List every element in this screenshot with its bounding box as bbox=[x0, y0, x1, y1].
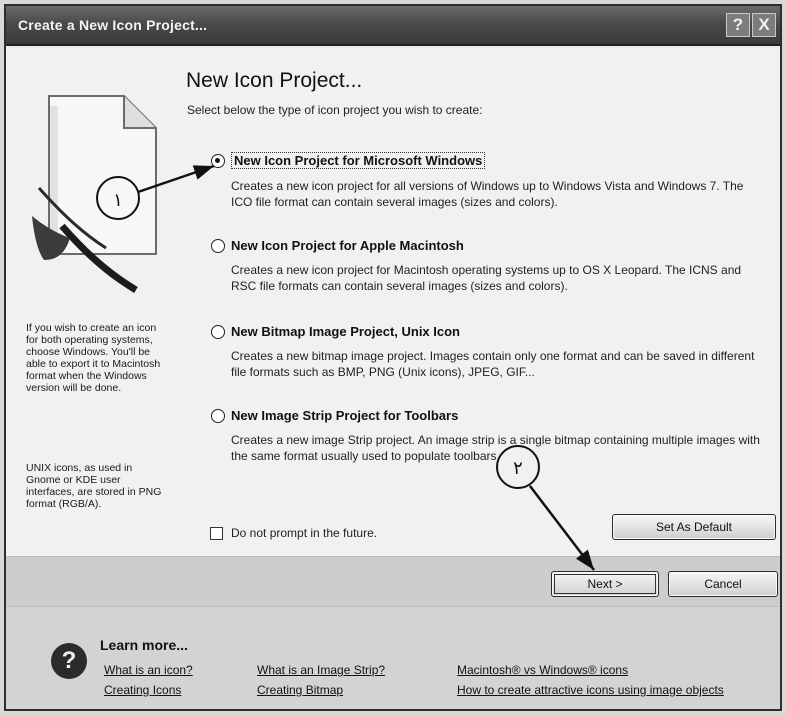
learn-more-panel: ? Learn more... What is an icon? Creatin… bbox=[6, 606, 780, 709]
option-bitmap-row[interactable]: New Bitmap Image Project, Unix Icon bbox=[211, 324, 771, 339]
question-icon: ? bbox=[51, 643, 87, 679]
attractive-icons-link[interactable]: How to create attractive icons using ima… bbox=[457, 683, 724, 697]
option-mac-description: Creates a new icon project for Macintosh… bbox=[231, 263, 742, 293]
option-bitmap-description: Creates a new bitmap image project. Imag… bbox=[231, 349, 755, 379]
what-is-icon-link[interactable]: What is an icon? bbox=[104, 663, 193, 677]
option-mac-icon: New Icon Project for Apple Macintosh Cre… bbox=[211, 238, 771, 294]
option-bitmap-unix: New Bitmap Image Project, Unix Icon Crea… bbox=[211, 324, 771, 380]
dialog-content: If you wish to create an icon for both o… bbox=[6, 48, 780, 556]
document-paintbrush-illustration bbox=[32, 95, 157, 294]
creating-bitmap-link[interactable]: Creating Bitmap bbox=[257, 683, 343, 697]
radio-bitmap[interactable] bbox=[211, 324, 225, 339]
cancel-button[interactable]: Cancel bbox=[668, 571, 778, 597]
title-bar[interactable]: Create a New Icon Project... ? X bbox=[6, 6, 780, 46]
what-is-image-strip-link[interactable]: What is an Image Strip? bbox=[257, 663, 385, 677]
option-windows-row[interactable]: New Icon Project for Microsoft Windows bbox=[211, 152, 771, 169]
page-title: New Icon Project... bbox=[186, 69, 363, 92]
option-windows-icon: New Icon Project for Microsoft Windows C… bbox=[211, 152, 771, 210]
do-not-prompt-row[interactable]: Do not prompt in the future. bbox=[210, 526, 377, 540]
radio-strip[interactable] bbox=[211, 408, 225, 423]
option-windows-description: Creates a new icon project for all versi… bbox=[231, 179, 744, 209]
option-image-strip: New Image Strip Project for Toolbars Cre… bbox=[211, 408, 771, 464]
dialog-title: Create a New Icon Project... bbox=[18, 17, 208, 33]
option-strip-label[interactable]: New Image Strip Project for Toolbars bbox=[231, 408, 458, 423]
mac-vs-windows-icons-link[interactable]: Macintosh® vs Windows® icons bbox=[457, 663, 628, 677]
close-button[interactable]: X bbox=[752, 13, 776, 37]
radio-windows[interactable] bbox=[211, 153, 225, 168]
next-button[interactable]: Next > bbox=[551, 571, 659, 597]
option-bitmap-label[interactable]: New Bitmap Image Project, Unix Icon bbox=[231, 324, 460, 339]
option-strip-description: Creates a new image Strip project. An im… bbox=[231, 433, 760, 463]
help-button[interactable]: ? bbox=[726, 13, 750, 37]
option-mac-row[interactable]: New Icon Project for Apple Macintosh bbox=[211, 238, 771, 253]
creating-icons-link[interactable]: Creating Icons bbox=[104, 683, 181, 697]
new-icon-project-dialog: Create a New Icon Project... ? X If you … bbox=[4, 4, 782, 711]
windows-tip: If you wish to create an icon for both o… bbox=[26, 322, 161, 394]
instruction-text: Select below the type of icon project yo… bbox=[187, 103, 483, 117]
option-strip-row[interactable]: New Image Strip Project for Toolbars bbox=[211, 408, 771, 423]
unix-tip: UNIX icons, as used in Gnome or KDE user… bbox=[26, 462, 162, 510]
radio-mac[interactable] bbox=[211, 238, 225, 253]
set-as-default-button[interactable]: Set As Default bbox=[612, 514, 776, 540]
learn-more-heading: Learn more... bbox=[100, 637, 188, 653]
do-not-prompt-label[interactable]: Do not prompt in the future. bbox=[231, 526, 377, 540]
do-not-prompt-checkbox[interactable] bbox=[210, 526, 223, 540]
option-windows-label[interactable]: New Icon Project for Microsoft Windows bbox=[231, 152, 486, 169]
dialog-button-bar: Next > Cancel bbox=[6, 556, 780, 606]
option-mac-label[interactable]: New Icon Project for Apple Macintosh bbox=[231, 238, 464, 253]
